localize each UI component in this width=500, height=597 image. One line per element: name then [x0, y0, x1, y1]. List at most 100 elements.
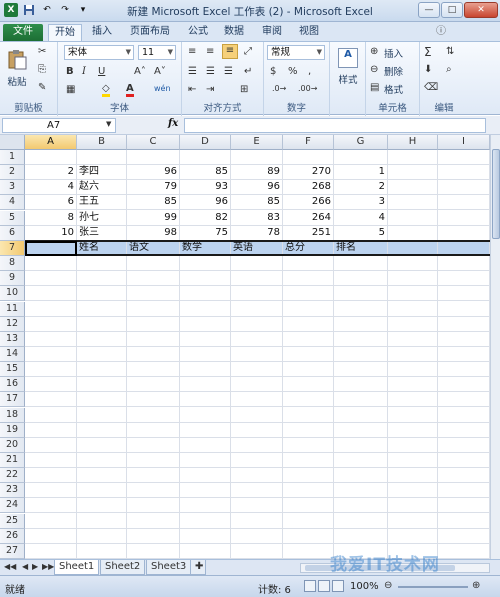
cell-e6[interactable]: 78	[231, 226, 283, 240]
number-format-combo[interactable]: 常规 ▼	[267, 45, 325, 60]
cell-g3[interactable]: 2	[334, 180, 388, 194]
cell-d3[interactable]: 93	[180, 180, 231, 194]
insert-cells-icon[interactable]: ⊕	[370, 46, 378, 57]
phonetic-icon[interactable]: wén	[154, 84, 171, 93]
row-header-2[interactable]: 2	[0, 165, 25, 181]
tab-data[interactable]: 数据	[218, 24, 250, 41]
column-header-d[interactable]: D	[180, 135, 231, 150]
align-top-icon[interactable]: ≡	[188, 46, 196, 57]
page-layout-view-icon[interactable]	[318, 580, 330, 592]
tab-home[interactable]: 开始	[48, 24, 82, 41]
styles-icon[interactable]: A	[338, 48, 358, 68]
cell-g4[interactable]: 3	[334, 195, 388, 209]
italic-button[interactable]: I	[82, 66, 86, 77]
tab-file[interactable]: 文件	[3, 24, 43, 41]
row-header-18[interactable]: 18	[0, 407, 25, 423]
tab-view[interactable]: 视图	[293, 24, 325, 41]
cell-b5[interactable]: 孙七	[77, 211, 127, 225]
new-sheet-icon[interactable]: ✚	[190, 560, 206, 575]
zoom-slider[interactable]	[398, 586, 468, 588]
autosum-button[interactable]: Σ	[424, 45, 432, 59]
decrease-decimal-icon[interactable]: .00→	[298, 84, 317, 93]
find-select-icon[interactable]: ⌕	[446, 64, 452, 75]
cell-d2[interactable]: 85	[180, 165, 231, 179]
first-sheet-icon[interactable]: ◀◀	[4, 562, 16, 571]
select-all-corner[interactable]	[0, 135, 25, 150]
decrease-indent-icon[interactable]: ⇤	[188, 84, 196, 95]
column-header-f[interactable]: F	[283, 135, 334, 150]
align-center-icon[interactable]: ☰	[206, 66, 215, 77]
cell-c5[interactable]: 99	[127, 211, 180, 225]
row-header-20[interactable]: 20	[0, 437, 25, 453]
format-cells-icon[interactable]: ▤	[370, 82, 379, 93]
row-header-17[interactable]: 17	[0, 392, 25, 408]
format-cells-button[interactable]: 格式	[384, 82, 403, 96]
page-break-view-icon[interactable]	[332, 580, 344, 592]
row-header-15[interactable]: 15	[0, 362, 25, 378]
cell-g5[interactable]: 4	[334, 211, 388, 225]
row-header-19[interactable]: 19	[0, 422, 25, 438]
row-header-1[interactable]: 1	[0, 150, 25, 165]
column-header-c[interactable]: C	[127, 135, 180, 150]
cell-f6[interactable]: 251	[283, 226, 334, 240]
row-header-3[interactable]: 3	[0, 180, 25, 196]
row-header-24[interactable]: 24	[0, 498, 25, 514]
row-header-7[interactable]: 7	[0, 240, 25, 256]
row-header-21[interactable]: 21	[0, 453, 25, 468]
align-bottom-icon[interactable]: ≡	[222, 44, 238, 59]
align-middle-icon[interactable]: ≡	[206, 46, 214, 57]
cell-b4[interactable]: 王五	[77, 195, 127, 209]
worksheet-grid[interactable]: ABCDEFGHI 1 2 3 4 5 6 7 8 9 10 11 12 13 14 15 16 17 18 19 2…	[0, 135, 490, 559]
currency-button[interactable]: $	[270, 66, 276, 77]
insert-cells-button[interactable]: 插入	[384, 46, 403, 60]
delete-cells-icon[interactable]: ⊖	[370, 64, 378, 75]
cell-a2[interactable]: 2	[25, 165, 77, 179]
copy-icon[interactable]: ⎘	[38, 64, 46, 75]
sheet-tab-3[interactable]: Sheet3	[146, 560, 192, 575]
active-cell-a7[interactable]	[25, 241, 77, 256]
cell-c2[interactable]: 96	[127, 165, 180, 179]
column-header-e[interactable]: E	[231, 135, 283, 150]
cell-a4[interactable]: 6	[25, 195, 77, 209]
row-header-9[interactable]: 9	[0, 271, 25, 287]
row-header-6[interactable]: 6	[0, 225, 25, 241]
percent-button[interactable]: %	[288, 66, 298, 77]
align-left-icon[interactable]: ☰	[188, 66, 197, 77]
zoom-in-icon[interactable]: ⊕	[472, 580, 480, 591]
align-right-icon[interactable]: ☰	[224, 66, 233, 77]
next-sheet-icon[interactable]: ▶	[32, 562, 38, 571]
cut-icon[interactable]: ✂	[38, 46, 46, 57]
paste-icon[interactable]	[6, 48, 28, 70]
column-header-b[interactable]: B	[77, 135, 127, 150]
cell-f4[interactable]: 266	[283, 195, 334, 209]
cell-a6[interactable]: 10	[25, 226, 77, 240]
cell-e3[interactable]: 96	[231, 180, 283, 194]
row-header-13[interactable]: 13	[0, 331, 25, 347]
help-icon[interactable]: ⓘ	[430, 24, 452, 41]
wrap-text-icon[interactable]: ↵	[244, 66, 252, 77]
cell-b3[interactable]: 赵六	[77, 180, 127, 194]
vertical-scroll-thumb[interactable]	[492, 149, 500, 239]
name-box[interactable]: A7	[2, 118, 116, 133]
row-header-14[interactable]: 14	[0, 346, 25, 362]
cell-b2[interactable]: 李四	[77, 165, 127, 179]
row-header-11[interactable]: 11	[0, 301, 25, 317]
format-painter-icon[interactable]: ✎	[38, 82, 46, 93]
row-header-26[interactable]: 26	[0, 528, 25, 544]
fill-icon[interactable]: ⬇	[424, 64, 432, 75]
cell-e2[interactable]: 89	[231, 165, 283, 179]
cell-c4[interactable]: 85	[127, 195, 180, 209]
prev-sheet-icon[interactable]: ◀	[22, 562, 28, 571]
cell-c6[interactable]: 98	[127, 226, 180, 240]
bold-button[interactable]: B	[66, 66, 74, 77]
row-header-10[interactable]: 10	[0, 286, 25, 302]
row-header-27[interactable]: 27	[0, 543, 25, 559]
insert-function-button[interactable]: fx	[168, 118, 178, 129]
underline-button[interactable]: U	[98, 66, 105, 77]
maximize-button[interactable]: □	[441, 2, 463, 18]
name-box-dropdown-icon[interactable]: ▼	[106, 120, 111, 128]
merge-center-icon[interactable]: ⊞	[240, 84, 248, 95]
column-header-h[interactable]: H	[388, 135, 438, 150]
paste-button[interactable]: 粘贴	[2, 74, 32, 88]
row-header-8[interactable]: 8	[0, 256, 25, 272]
